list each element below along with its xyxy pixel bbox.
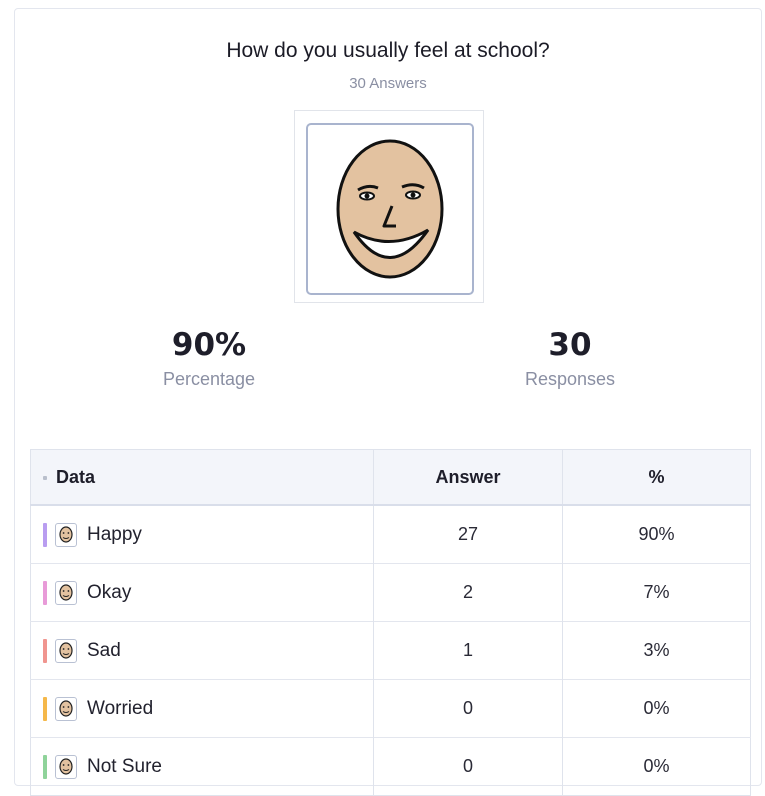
row-category-cell: Worried — [30, 679, 374, 738]
column-header-answer[interactable]: Answer — [373, 449, 563, 506]
row-category-cell: Happy — [30, 504, 374, 564]
column-header-data[interactable]: Data — [30, 449, 374, 506]
worried-face-icon — [55, 696, 77, 721]
question-title: How do you usually feel at school? — [226, 39, 550, 62]
table-row: Not Sure 0 0% — [30, 737, 751, 796]
answers-count: 30 Answers — [349, 75, 427, 92]
results-table: Data Answer % Happy 27 90% Okay 2 7% Sad 1 3% Wor… — [30, 449, 751, 796]
category-label: Okay — [87, 581, 132, 603]
responses-value: 30 — [548, 327, 592, 363]
percentage-label: Percentage — [162, 369, 256, 389]
column-header-percent[interactable]: % — [562, 449, 751, 506]
responses-stat: 30 Responses — [510, 327, 630, 390]
row-category-cell: Okay — [30, 563, 374, 622]
happy-face-icon — [55, 522, 77, 547]
category-color-bar — [43, 522, 47, 547]
percentage-value: 90% — [171, 327, 247, 363]
row-category-cell: Sad — [30, 621, 374, 680]
sad-face-icon — [55, 638, 77, 663]
answer-count-cell: 0 — [373, 737, 563, 796]
sort-handle-icon[interactable] — [43, 475, 47, 480]
answer-count-cell: 27 — [373, 504, 563, 564]
table-row: Okay 2 7% — [30, 563, 751, 622]
table-row: Happy 27 90% — [30, 504, 751, 564]
percent-cell: 0% — [562, 737, 751, 796]
table-row: Sad 1 3% — [30, 621, 751, 680]
answer-count-cell: 2 — [373, 563, 563, 622]
table-header-row: Data Answer % — [30, 449, 751, 506]
happy-face-icon — [306, 123, 474, 295]
responses-label: Responses — [524, 369, 616, 389]
okay-face-icon — [55, 580, 77, 605]
percent-cell: 7% — [562, 563, 751, 622]
percentage-stat: 90% Percentage — [149, 327, 269, 390]
percent-cell: 3% — [562, 621, 751, 680]
row-category-cell: Not Sure — [30, 737, 374, 796]
percent-cell: 0% — [562, 679, 751, 738]
category-color-bar — [43, 696, 47, 721]
category-label: Happy — [87, 523, 142, 545]
table-row: Worried 0 0% — [30, 679, 751, 738]
answer-count-cell: 0 — [373, 679, 563, 738]
results-card: How do you usually feel at school? 30 An… — [14, 8, 762, 796]
category-label: Not Sure — [87, 755, 162, 777]
category-label: Worried — [87, 697, 154, 719]
not-sure-face-icon — [55, 754, 77, 779]
answer-image-frame — [294, 110, 484, 303]
percent-cell: 90% — [562, 504, 751, 564]
category-color-bar — [43, 580, 47, 605]
answer-count-cell: 1 — [373, 621, 563, 680]
category-color-bar — [43, 754, 47, 779]
category-color-bar — [43, 638, 47, 663]
category-label: Sad — [87, 639, 121, 661]
